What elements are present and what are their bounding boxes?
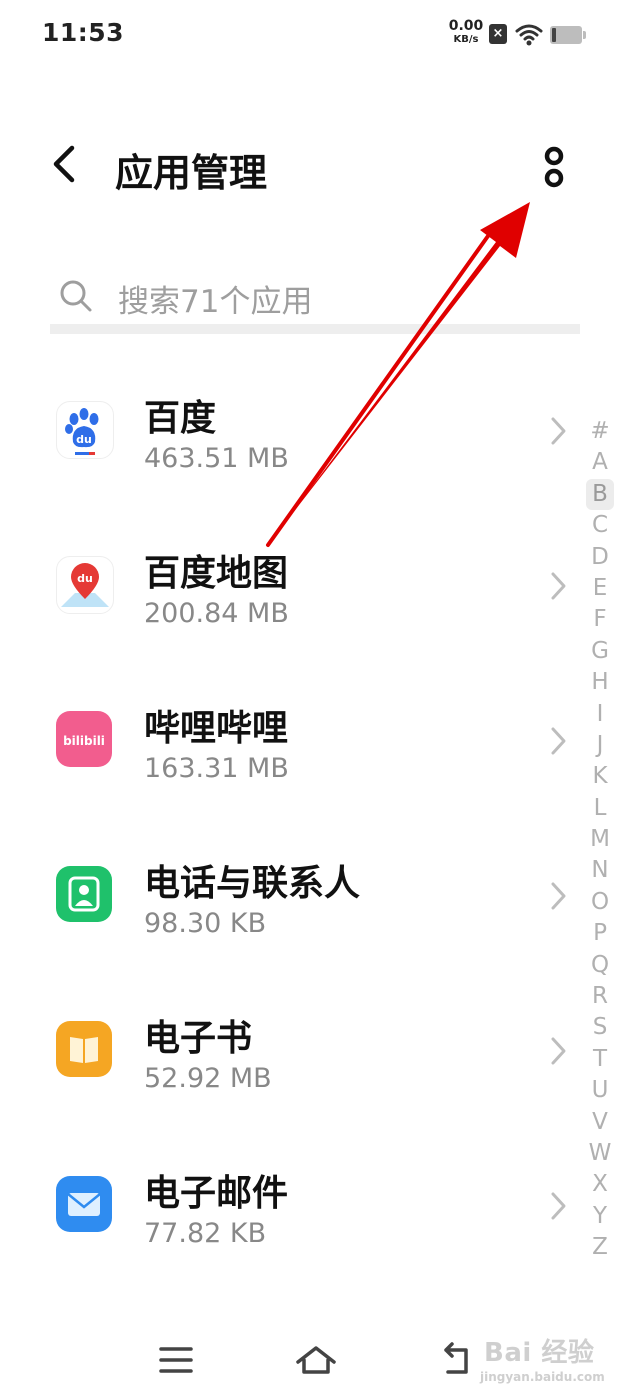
alphabet-index-item[interactable]: R <box>586 981 614 1012</box>
alphabet-index-item[interactable]: X <box>586 1169 614 1200</box>
menu-icon <box>159 1347 193 1373</box>
alphabet-index-item[interactable]: J <box>586 730 614 761</box>
alphabet-index-item[interactable]: Q <box>586 950 614 981</box>
search-underline <box>50 324 580 334</box>
app-name: 百度地图 <box>144 553 289 594</box>
alphabet-index-item[interactable]: T <box>586 1044 614 1075</box>
contacts-app-icon <box>56 866 112 922</box>
app-size: 98.30 KB <box>144 908 267 939</box>
app-size: 463.51 MB <box>144 443 289 474</box>
alphabet-index-item[interactable]: V <box>586 1107 614 1138</box>
app-size: 52.92 MB <box>144 1063 272 1094</box>
list-item[interactable]: 电话与联系人 98.30 KB <box>0 820 580 975</box>
chevron-right-icon <box>551 1192 566 1220</box>
alphabet-index-item[interactable]: D <box>586 542 614 573</box>
alphabet-index-item[interactable]: # <box>586 416 614 447</box>
list-item[interactable]: bilibili 哔哩哔哩 163.31 MB <box>0 665 580 820</box>
svg-text:bilibili: bilibili <box>63 734 105 748</box>
baidu-maps-app-icon: du <box>56 556 114 614</box>
baidu-app-icon: du <box>56 401 114 459</box>
sim-off-icon: × <box>489 24 507 44</box>
app-list: du 百度 463.51 MB du 百度地图 200.84 MB bilibi… <box>0 355 580 1285</box>
alphabet-index-item[interactable]: G <box>586 636 614 667</box>
network-speed-unit: KB/s <box>453 34 479 45</box>
more-vertical-icon <box>544 146 564 188</box>
nav-back-button[interactable] <box>436 1340 480 1384</box>
email-app-icon <box>56 1176 112 1232</box>
search-icon <box>60 280 92 312</box>
alphabet-index-item[interactable]: Y <box>586 1201 614 1232</box>
title-bar: 应用管理 <box>0 120 630 210</box>
app-name: 电话与联系人 <box>144 863 361 904</box>
bilibili-app-icon: bilibili <box>56 711 112 767</box>
alphabet-index-item[interactable]: N <box>586 855 614 886</box>
app-size: 163.31 MB <box>144 753 289 784</box>
watermark-site: jingyan.baidu.com <box>480 1370 605 1384</box>
alphabet-index-item[interactable]: C <box>586 510 614 541</box>
chevron-right-icon <box>551 417 566 445</box>
watermark-brand: Bai 经验 <box>484 1338 595 1368</box>
alphabet-index-item[interactable]: O <box>586 887 614 918</box>
alphabet-index-item[interactable]: F <box>586 604 614 635</box>
alphabet-index-item[interactable]: K <box>586 761 614 792</box>
alphabet-index-item[interactable]: S <box>586 1012 614 1043</box>
ebook-app-icon <box>56 1021 112 1077</box>
chevron-right-icon <box>551 572 566 600</box>
alphabet-index-item[interactable]: W <box>586 1138 614 1169</box>
network-speed-value: 0.00 <box>448 18 484 34</box>
app-name: 电子书 <box>144 1018 253 1059</box>
alphabet-index-item[interactable]: H <box>586 667 614 698</box>
list-item[interactable]: du 百度 463.51 MB <box>0 355 580 510</box>
search-placeholder: 搜索71个应用 <box>118 284 313 320</box>
alphabet-index-item[interactable]: A <box>586 447 614 478</box>
alphabet-index-item[interactable]: M <box>586 824 614 855</box>
battery-icon <box>550 26 586 44</box>
list-item[interactable]: du 百度地图 200.84 MB <box>0 510 580 665</box>
alphabet-index-item[interactable]: E <box>586 573 614 604</box>
chevron-right-icon <box>551 882 566 910</box>
home-icon <box>296 1346 336 1374</box>
alphabet-index[interactable]: # A B C D E F G H I J K L M N O P Q R S T U V W X Y Z <box>586 416 614 1264</box>
alphabet-index-item[interactable]: B <box>586 478 614 511</box>
chevron-right-icon <box>551 727 566 755</box>
search-bar[interactable]: 搜索71个应用 <box>50 262 580 334</box>
alphabet-index-item[interactable]: P <box>586 918 614 949</box>
app-size: 77.82 KB <box>144 1218 267 1249</box>
svg-text:du: du <box>77 572 93 585</box>
more-button[interactable] <box>534 144 576 192</box>
home-button[interactable] <box>294 1340 338 1384</box>
app-name: 百度 <box>144 398 217 439</box>
chevron-left-icon <box>53 145 75 183</box>
page-title: 应用管理 <box>115 151 268 195</box>
menu-button[interactable] <box>156 1340 200 1384</box>
svg-text:du: du <box>76 433 92 446</box>
alphabet-index-item[interactable]: L <box>586 793 614 824</box>
alphabet-index-item[interactable]: U <box>586 1075 614 1106</box>
wifi-icon <box>515 24 543 46</box>
back-button[interactable] <box>44 140 88 188</box>
chevron-right-icon <box>551 1037 566 1065</box>
list-item[interactable]: 电子书 52.92 MB <box>0 975 580 1130</box>
app-size: 200.84 MB <box>144 598 289 629</box>
app-name: 哔哩哔哩 <box>144 708 289 749</box>
list-item[interactable]: 电子邮件 77.82 KB <box>0 1130 580 1285</box>
alphabet-index-item[interactable]: Z <box>586 1232 614 1263</box>
back-icon <box>444 1342 468 1374</box>
network-speed: 0.00 KB/s <box>444 18 488 46</box>
app-name: 电子邮件 <box>144 1173 289 1214</box>
alphabet-index-item[interactable]: I <box>586 699 614 730</box>
status-time: 11:53 <box>42 18 125 47</box>
watermark: Bai 经验 jingyan.baidu.com <box>480 1328 626 1390</box>
status-bar: 11:53 0.00 KB/s × <box>0 0 630 70</box>
